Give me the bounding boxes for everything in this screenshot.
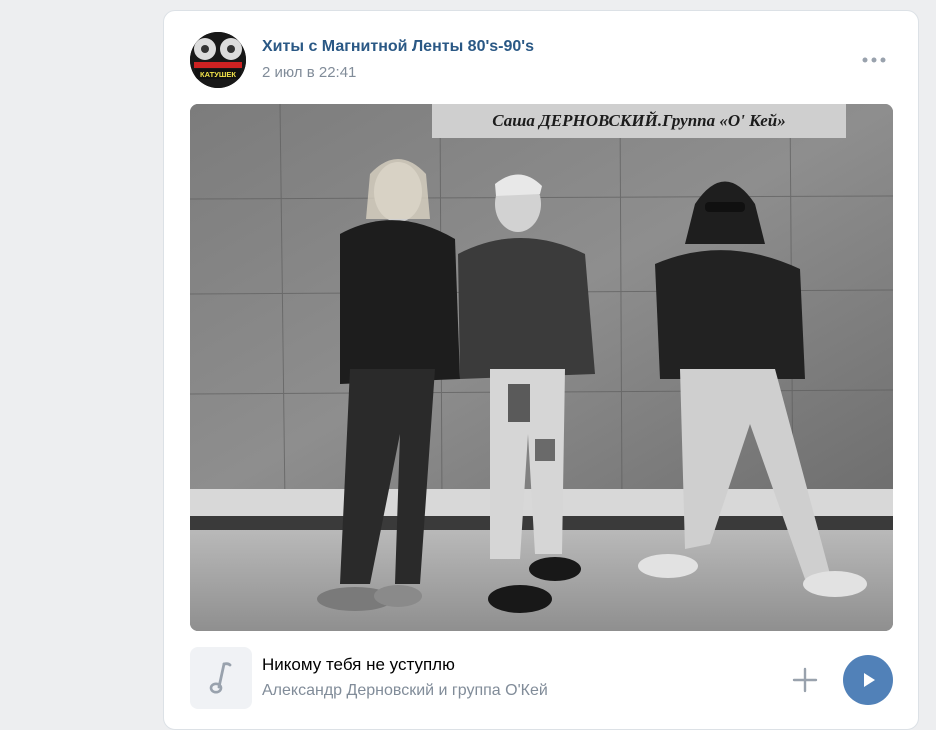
- plus-icon: [792, 667, 818, 693]
- more-horizontal-icon: [862, 57, 886, 63]
- add-audio-button[interactable]: [790, 665, 820, 695]
- audio-artist-link[interactable]: Александр Дерновский и группа О'Кей: [262, 682, 548, 700]
- post-date[interactable]: 2 июл в 22:41: [262, 64, 356, 81]
- music-note-icon: [209, 662, 232, 694]
- avatar-caption: КАТУШЕК: [200, 70, 236, 79]
- post-card: КАТУШЕК Хиты с Магнитной Ленты 80's-90's…: [163, 10, 919, 730]
- audio-cover[interactable]: [190, 647, 252, 709]
- band-photo: Саша ДЕРНОВСКИЙ.Группа «О' Кей»: [190, 104, 893, 631]
- tape-reels-logo: КАТУШЕК: [190, 32, 246, 88]
- audio-title: Никому тебя не уступлю: [262, 655, 455, 674]
- group-avatar[interactable]: КАТУШЕК: [190, 32, 246, 88]
- play-icon: [864, 673, 875, 687]
- audio-attachment: Никому тебя не уступлю Александр Дерновс…: [190, 647, 893, 711]
- group-name-link[interactable]: Хиты с Магнитной Ленты 80's-90's: [262, 38, 534, 56]
- more-options-button[interactable]: [858, 47, 890, 73]
- photo-caption: Саша ДЕРНОВСКИЙ.Группа «О' Кей»: [492, 111, 785, 130]
- post-photo[interactable]: Саша ДЕРНОВСКИЙ.Группа «О' Кей»: [190, 104, 893, 631]
- play-button[interactable]: [843, 655, 893, 705]
